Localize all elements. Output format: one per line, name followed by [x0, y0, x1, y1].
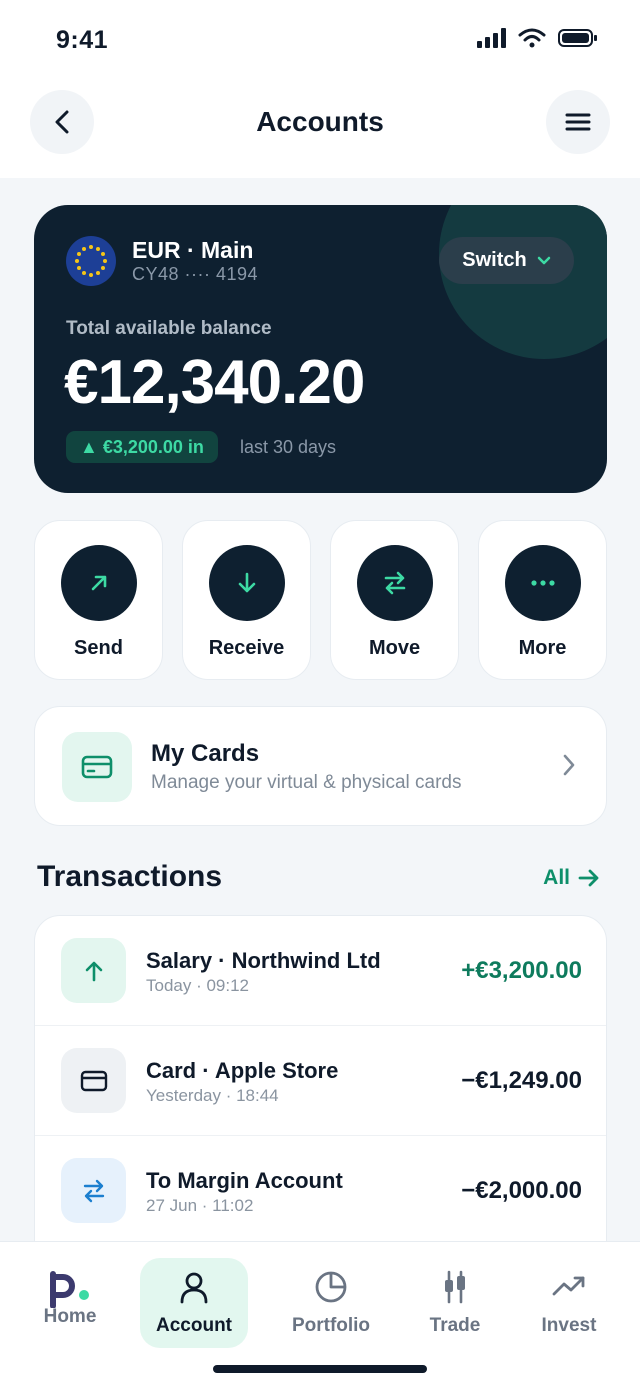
- move-button[interactable]: Move: [330, 520, 459, 680]
- move-label: Move: [368, 637, 421, 659]
- receive-icon-circle: [209, 545, 285, 621]
- transaction-title: Salary · Northwind Ltd: [146, 948, 381, 973]
- arrow-right-icon: [578, 869, 599, 887]
- top-bar: 9:41 Accounts: [0, 0, 640, 178]
- more-icon-circle: [505, 545, 581, 621]
- account-name: EUR · Main: [132, 237, 254, 263]
- send-icon-circle: [61, 545, 137, 621]
- chevron-down-icon: [537, 256, 550, 264]
- more-button[interactable]: More: [478, 520, 607, 680]
- transaction-time: 27 Jun · 11:02: [146, 1196, 254, 1215]
- quick-actions: Send Receive Move More: [34, 520, 607, 680]
- tab-portfolio[interactable]: Portfolio: [281, 1242, 381, 1352]
- status-icons: [477, 28, 598, 48]
- arrow-down-icon: [238, 572, 256, 593]
- send-button[interactable]: Send: [34, 520, 163, 680]
- switch-label: Switch: [462, 249, 527, 271]
- all-transactions-link[interactable]: All: [543, 866, 600, 890]
- tab-portfolio-label: Portfolio: [291, 1315, 371, 1336]
- eu-flag-icon: [66, 236, 116, 286]
- transaction-row[interactable]: To Margin Account 27 Jun · 11:02 −€2,000…: [35, 1136, 606, 1246]
- trend-up-icon: [552, 1276, 585, 1296]
- menu-icon: [565, 113, 591, 131]
- transaction-time: Yesterday · 18:44: [146, 1086, 279, 1105]
- transfer-icon-tile: [61, 1158, 126, 1223]
- my-cards-row[interactable]: My Cards Manage your virtual & physical …: [34, 706, 607, 826]
- credit-card-icon: [80, 1070, 107, 1091]
- transaction-row[interactable]: Card · Apple Store Yesterday · 18:44 −€1…: [35, 1026, 606, 1136]
- balance-card: EUR · Main CY48 ···· 4194 Switch Total a…: [34, 205, 607, 493]
- tab-trade[interactable]: Trade: [405, 1242, 505, 1352]
- arrow-up-icon: [85, 961, 102, 981]
- incoming-icon-tile: [61, 938, 126, 1003]
- battery-icon: [558, 29, 597, 47]
- inflow-badge: ▲ €3,200.00 in: [66, 431, 218, 463]
- tab-trade-label: Trade: [429, 1315, 481, 1336]
- my-cards-subtitle: Manage your virtual & physical cards: [151, 772, 462, 793]
- transaction-amount: −€1,249.00: [461, 1067, 582, 1094]
- user-icon: [180, 1272, 208, 1304]
- balance-label: Total available balance: [66, 318, 272, 339]
- transactions-list: Salary · Northwind Ltd Today · 09:12 +€3…: [34, 915, 607, 1255]
- switch-account-button[interactable]: Switch: [439, 237, 574, 284]
- balance-amount: €12,340.20: [64, 348, 365, 417]
- arrow-up-right-icon: [91, 575, 107, 591]
- chevron-right-icon: [563, 754, 575, 776]
- card-icon-tile: [62, 732, 132, 802]
- tab-invest[interactable]: Invest: [519, 1242, 619, 1352]
- status-time: 9:41: [56, 26, 109, 54]
- app-logo-icon: [50, 1271, 89, 1308]
- send-label: Send: [74, 637, 123, 659]
- receive-button[interactable]: Receive: [182, 520, 311, 680]
- transaction-title: Card · Apple Store: [146, 1058, 339, 1083]
- account-iban: CY48 ···· 4194: [132, 264, 259, 284]
- tab-invest-label: Invest: [541, 1315, 597, 1336]
- tab-home[interactable]: Home: [20, 1242, 120, 1352]
- candlestick-icon: [445, 1270, 465, 1304]
- more-dots-icon: [531, 580, 555, 586]
- all-label: All: [543, 866, 570, 889]
- credit-card-icon: [81, 755, 113, 779]
- tab-account-label: Account: [156, 1315, 232, 1336]
- my-cards-title: My Cards: [151, 740, 260, 767]
- transaction-amount: −€2,000.00: [461, 1177, 582, 1204]
- transaction-title: To Margin Account: [146, 1168, 343, 1193]
- transaction-time: Today · 09:12: [146, 976, 250, 995]
- card-payment-icon-tile: [61, 1048, 126, 1113]
- swap-icon: [83, 1179, 104, 1202]
- swap-icon: [384, 571, 406, 595]
- receive-label: Receive: [208, 637, 285, 659]
- inflow-period: last 30 days: [240, 437, 337, 457]
- transaction-amount: +€3,200.00: [461, 957, 582, 984]
- move-icon-circle: [357, 545, 433, 621]
- more-label: More: [518, 637, 567, 659]
- transactions-heading: Transactions: [37, 860, 223, 893]
- transaction-row[interactable]: Salary · Northwind Ltd Today · 09:12 +€3…: [35, 916, 606, 1026]
- wifi-icon: [518, 28, 546, 48]
- home-indicator: [213, 1365, 427, 1373]
- tab-home-label: Home: [43, 1306, 97, 1327]
- tab-account[interactable]: Account: [140, 1242, 248, 1352]
- pie-chart-icon: [315, 1271, 347, 1303]
- signal-icon: [477, 28, 506, 48]
- page-title: Accounts: [256, 106, 384, 137]
- menu-button[interactable]: [546, 90, 610, 154]
